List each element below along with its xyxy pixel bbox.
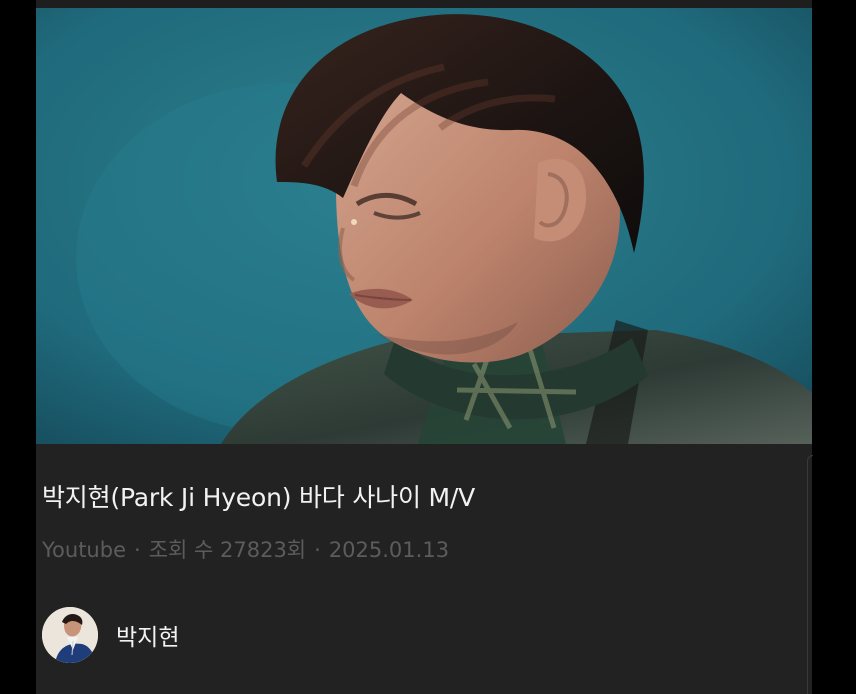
top-strip bbox=[36, 0, 812, 8]
channel-avatar-icon[interactable] bbox=[42, 607, 98, 663]
video-view-count: 조회 수 27823회 bbox=[148, 538, 307, 562]
channel-row[interactable]: 박지현 bbox=[42, 607, 179, 663]
music-video-thumbnail-icon bbox=[36, 8, 812, 444]
video-title[interactable]: 박지현(Park Ji Hyeon) 바다 사나이 M/V bbox=[42, 478, 475, 514]
right-panel-edge bbox=[807, 455, 813, 694]
meta-separator: · bbox=[134, 538, 141, 562]
channel-name[interactable]: 박지현 bbox=[116, 618, 179, 652]
video-date: 2025.01.13 bbox=[328, 538, 450, 562]
meta-separator: · bbox=[314, 538, 321, 562]
video-source: Youtube bbox=[42, 538, 126, 562]
video-card-page: 박지현(Park Ji Hyeon) 바다 사나이 M/V Youtube · 조회… bbox=[0, 0, 856, 694]
video-meta: Youtube · 조회 수 27823회 · 2025.01.13 bbox=[42, 534, 449, 564]
video-thumbnail[interactable] bbox=[36, 8, 812, 444]
video-card[interactable] bbox=[36, 8, 812, 694]
